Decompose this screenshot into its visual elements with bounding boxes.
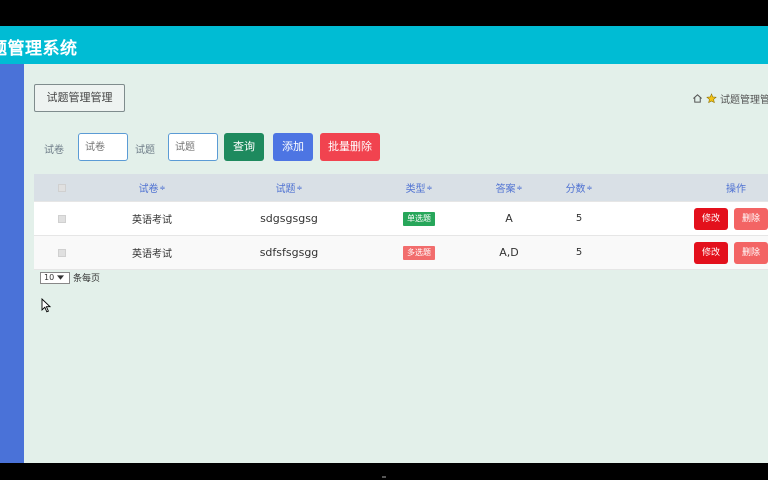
sort-icon[interactable]: ≑ xyxy=(160,184,166,192)
question-search-label: 试题 xyxy=(135,145,155,156)
page-size-value: 10 xyxy=(44,273,55,282)
column-header-score[interactable]: 分数 ≑ xyxy=(549,174,609,201)
cell-answer: A,D xyxy=(499,246,519,259)
pager: 10 条每页 xyxy=(40,271,100,284)
edit-button[interactable]: 修改 xyxy=(694,207,729,230)
home-icon[interactable] xyxy=(692,93,703,104)
column-header-type-label: 类型 xyxy=(405,184,426,195)
type-tag: 多选题 xyxy=(403,245,435,260)
column-header-answer[interactable]: 答案 ≑ xyxy=(479,174,539,201)
add-button[interactable]: 添加 xyxy=(273,133,313,161)
question-search-input[interactable] xyxy=(168,133,218,161)
column-header-question[interactable]: 试题 ≑ xyxy=(239,174,339,201)
mouse-cursor-icon xyxy=(41,297,52,317)
column-header-question-label: 试题 xyxy=(275,184,296,195)
row-select-cell xyxy=(54,202,70,235)
breadcrumb-text[interactable]: 试题管理管 xyxy=(720,91,768,106)
delete-button[interactable]: 删除 xyxy=(734,241,768,264)
sort-icon[interactable]: ≑ xyxy=(297,184,303,192)
row-select-cell xyxy=(54,236,70,269)
top-header: 题管理系统 xyxy=(0,26,768,64)
cell-answer: A xyxy=(505,212,513,225)
table-row: 英语考试 sdgsgsgsg 单选题 A 5 修改 删除 xyxy=(34,202,768,236)
app-title: 题管理系统 xyxy=(0,39,78,59)
query-button[interactable]: 查询 xyxy=(224,133,264,161)
column-header-paper[interactable]: 试卷 ≑ xyxy=(112,174,192,201)
edit-button[interactable]: 修改 xyxy=(694,241,729,264)
row-checkbox[interactable] xyxy=(58,248,66,257)
cell-score: 5 xyxy=(575,247,583,258)
column-header-score-label: 分数 xyxy=(565,184,586,195)
cell-type: 单选题 xyxy=(384,202,454,235)
main-content: 试题管理管理 试题管理管 试卷 试题 查询 添加 批量删除 试卷≑ 试题≑ 类型… xyxy=(24,64,768,463)
cell-paper: 英语考试 xyxy=(132,249,172,260)
chevron-down-icon xyxy=(57,275,65,280)
type-tag: 单选题 xyxy=(403,211,435,226)
table-row: 英语考试 sdfsfsgsgg 多选题 A,D 5 修改 删除 xyxy=(34,236,768,270)
star-icon xyxy=(706,93,717,104)
page-size-select[interactable]: 10 xyxy=(40,271,70,284)
sidebar xyxy=(0,64,24,463)
bottom-indicator xyxy=(382,476,386,478)
row-checkbox[interactable] xyxy=(58,214,66,223)
cell-question: sdfsfsgsgg xyxy=(259,246,319,259)
screen: 题管理系统 试题管理管理 试题管理管 试卷 试题 查询 添加 批量删除 试卷≑ … xyxy=(0,0,768,480)
breadcrumb: 试题管理管 xyxy=(692,91,768,106)
delete-button[interactable]: 删除 xyxy=(734,207,768,230)
cell-operations: 修改 删除 xyxy=(694,236,768,269)
cell-type: 多选题 xyxy=(384,236,454,269)
cell-paper: 英语考试 xyxy=(132,215,172,226)
page-title-button[interactable]: 试题管理管理 xyxy=(34,84,125,112)
paper-search-input[interactable] xyxy=(78,133,128,161)
per-page-label: 条每页 xyxy=(73,274,101,284)
paper-search-label: 试卷 xyxy=(44,145,64,156)
column-header-type[interactable]: 类型 ≑ xyxy=(384,174,454,201)
cell-question: sdgsgsgsg xyxy=(260,212,318,225)
table-header: 试卷 ≑ 试题 ≑ 类型 ≑ 答案 ≑ 分数 ≑ 操作 xyxy=(34,174,768,202)
column-header-paper-label: 试卷 xyxy=(138,184,159,195)
sort-icon[interactable]: ≑ xyxy=(427,184,433,192)
column-header-operations: 操作 xyxy=(726,184,746,195)
cell-operations: 修改 删除 xyxy=(694,202,768,235)
cell-score: 5 xyxy=(575,213,583,224)
select-all-checkbox[interactable] xyxy=(58,183,66,192)
select-all-cell xyxy=(54,174,70,201)
question-table: 试卷 ≑ 试题 ≑ 类型 ≑ 答案 ≑ 分数 ≑ 操作 英语考试 sdgsgsgsg 单选… xyxy=(34,174,768,270)
batch-delete-button[interactable]: 批量删除 xyxy=(320,133,380,161)
column-header-answer-label: 答案 xyxy=(495,184,516,195)
sort-icon[interactable]: ≑ xyxy=(517,184,523,192)
sort-icon[interactable]: ≑ xyxy=(587,184,593,192)
